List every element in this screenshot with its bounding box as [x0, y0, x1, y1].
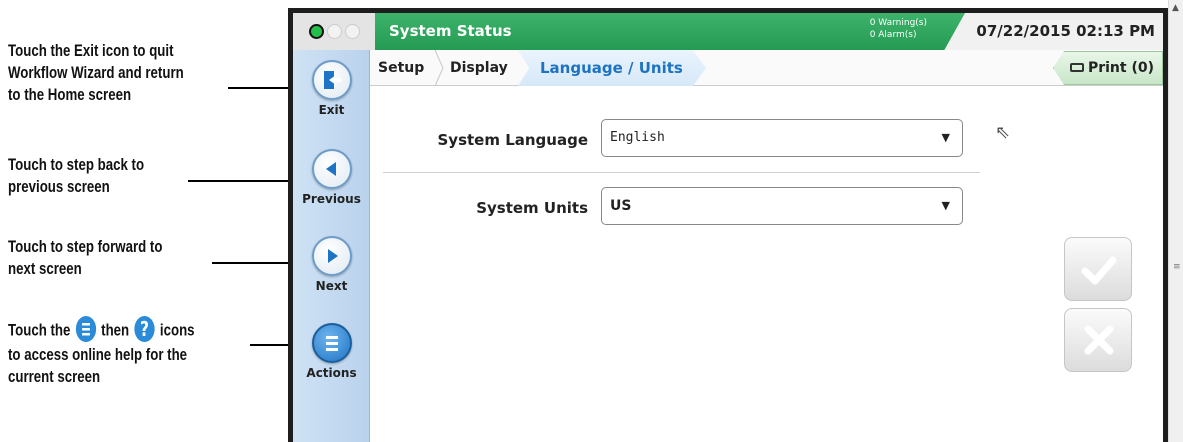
previous-button[interactable]: Previous: [293, 149, 370, 206]
menu-lines-icon: [75, 316, 96, 342]
divider: [383, 172, 980, 173]
breadcrumb: Setup Display Language / Units Print (0): [370, 50, 1163, 86]
next-callout: Touch to step forward to next screen: [8, 237, 163, 278]
mouse-pointer-icon: ⇖: [995, 122, 1011, 143]
system-language-label: System Language: [437, 131, 588, 149]
question-mark-icon: ?: [134, 316, 155, 342]
right-arrow-icon: [311, 236, 352, 276]
status-lights: [293, 13, 375, 50]
dropdown-arrow-icon: ▼: [941, 199, 950, 212]
date-time: 07/22/2015 02:13 PM: [976, 22, 1155, 40]
top-bar: System Status 0 Warning(s) 0 Alarm(s) 07…: [293, 13, 1163, 50]
next-button[interactable]: Next: [293, 236, 370, 293]
gray-light-icon: [327, 24, 342, 39]
system-language-select[interactable]: English ▼: [601, 119, 963, 157]
window-scrollbar[interactable]: ▲ ≡: [1168, 0, 1183, 442]
previous-callout: Touch to step back to previous screen: [8, 155, 145, 196]
breadcrumb-separator: [434, 50, 444, 86]
print-button[interactable]: Print (0): [1053, 51, 1163, 85]
system-units-label: System Units: [476, 199, 588, 217]
breadcrumb-language-units: Language / Units: [518, 50, 706, 86]
exit-button[interactable]: Exit: [293, 60, 370, 117]
exit-door-icon: [311, 60, 352, 100]
scroll-up-icon[interactable]: ▲: [1172, 3, 1179, 13]
confirm-button[interactable]: [1064, 237, 1132, 301]
content-area: System Language English ▼ System Units U…: [371, 86, 1163, 442]
previous-leader-line: [188, 174, 300, 188]
x-icon: [1084, 325, 1114, 355]
breadcrumb-setup[interactable]: Setup: [378, 50, 424, 86]
actions-callout: Touch the then ? icons to access online …: [8, 316, 195, 386]
side-navigation: Exit Previous Next Actions: [293, 50, 370, 442]
next-leader-line: [212, 256, 300, 270]
console-screen: System Status 0 Warning(s) 0 Alarm(s) 07…: [288, 8, 1168, 442]
alarm-counts: 0 Warning(s) 0 Alarm(s): [869, 18, 927, 40]
scroll-grip-icon[interactable]: ≡: [1173, 262, 1181, 272]
green-light-icon: [309, 24, 324, 39]
system-units-select[interactable]: US ▼: [601, 187, 963, 225]
printer-icon: [1069, 63, 1084, 72]
actions-button[interactable]: Actions: [293, 323, 370, 380]
system-status-title: System Status: [389, 22, 512, 40]
gray-light-icon: [345, 24, 360, 39]
dropdown-arrow-icon: ▼: [941, 131, 950, 144]
left-arrow-icon: [311, 149, 352, 189]
system-status-bar[interactable]: System Status 0 Warning(s) 0 Alarm(s): [375, 13, 965, 50]
menu-lines-icon: [311, 323, 352, 363]
checkmark-icon: [1081, 256, 1117, 285]
cancel-button[interactable]: [1064, 308, 1132, 372]
breadcrumb-display[interactable]: Display: [450, 50, 508, 86]
exit-callout: Touch the Exit icon to quit Workflow Wiz…: [8, 41, 184, 104]
